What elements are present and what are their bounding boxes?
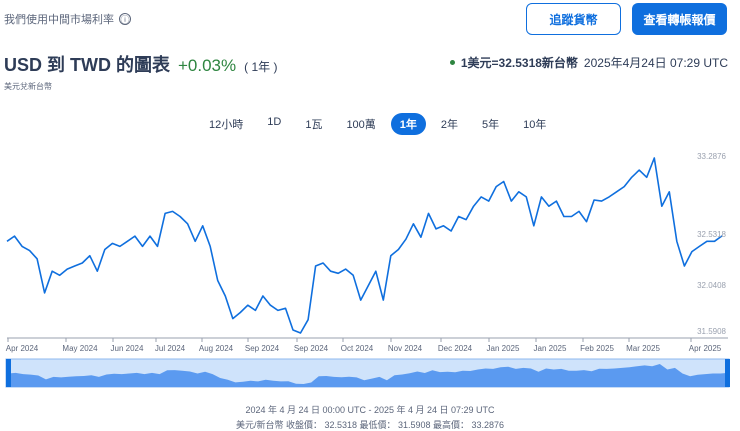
subtitle: 美元兌新台幣 — [4, 82, 52, 91]
x-tick-label: Apr 2025 — [688, 344, 722, 353]
view-transfer-quote-button[interactable]: 查看轉帳報價 — [632, 3, 727, 35]
stats-summary: 美元/新台幣 收盤價： 32.5318 最低價： 31.5908 最高價： 33… — [235, 420, 505, 430]
tab-6[interactable]: 5年 — [473, 113, 508, 135]
x-tick-label: Nov 2024 — [387, 344, 423, 353]
tab-1[interactable]: 1D — [258, 113, 290, 135]
x-tick-label: Jan 2025 — [533, 344, 567, 353]
x-tick-label: Oct 2024 — [340, 344, 374, 353]
y-tick-label: 32.5318 — [697, 229, 726, 239]
rate-time: 2025年4月24日 07:29 UTC — [583, 56, 728, 70]
y-tick-label: 33.2876 — [697, 152, 726, 161]
track-currency-button[interactable]: 追蹤貨幣 — [526, 3, 621, 35]
change-percent: +0.03% — [178, 56, 237, 75]
x-tick-label: Jan 2025 — [486, 344, 520, 353]
x-tick-label: Apr 2024 — [5, 344, 39, 353]
live-dot-icon — [449, 60, 455, 65]
tab-4[interactable]: 1年 — [390, 113, 426, 135]
tab-2[interactable]: 1瓦 — [296, 113, 331, 135]
title-main: USD 到 TWD 的圖表 — [4, 55, 170, 75]
y-tick-label: 31.5908 — [697, 327, 726, 336]
tab-0[interactable]: 12小時 — [200, 113, 252, 135]
tab-3[interactable]: 100萬 — [337, 113, 384, 135]
navigator-handle-right[interactable] — [725, 359, 730, 387]
navigator-handle-left[interactable] — [6, 359, 11, 387]
page-title: USD 到 TWD 的圖表 +0.03% ( 1年 ) — [4, 51, 277, 77]
rate-value: 1美元=32.5318新台幣 — [460, 56, 578, 70]
mid-market-note: 我們使用中間市場利率 ⓘ — [4, 11, 131, 27]
range-tabs: 12小時 1D 1瓦 100萬 1年 2年 5年 10年 — [200, 113, 555, 135]
price-line — [6, 157, 723, 334]
x-tick-label: Sep 2024 — [293, 344, 329, 353]
current-rate: 1美元=32.5318新台幣 2025年4月24日 07:29 UTC — [449, 54, 728, 71]
date-range: 2024 年 4 月 24 日 00:00 UTC - 2025 年 4 月 2… — [245, 405, 495, 415]
x-tick-label: Jul 2024 — [154, 344, 186, 353]
x-tick-label: May 2024 — [62, 344, 98, 353]
tab-5[interactable]: 2年 — [432, 113, 467, 135]
x-tick-label: Jun 2024 — [110, 344, 144, 353]
x-tick-label: Aug 2024 — [198, 344, 234, 353]
x-tick-label: Sep 2024 — [244, 344, 280, 353]
change-period: ( 1年 ) — [244, 60, 278, 74]
y-tick-label: 32.0408 — [697, 280, 726, 290]
info-icon[interactable]: ⓘ — [119, 13, 131, 25]
x-tick-label: Feb 2025 — [580, 344, 614, 353]
tab-7[interactable]: 10年 — [514, 113, 555, 135]
note-text: 我們使用中間市場利率 — [4, 14, 114, 26]
x-tick-label: Mar 2025 — [626, 344, 660, 353]
x-tick-label: Dec 2024 — [437, 344, 473, 353]
